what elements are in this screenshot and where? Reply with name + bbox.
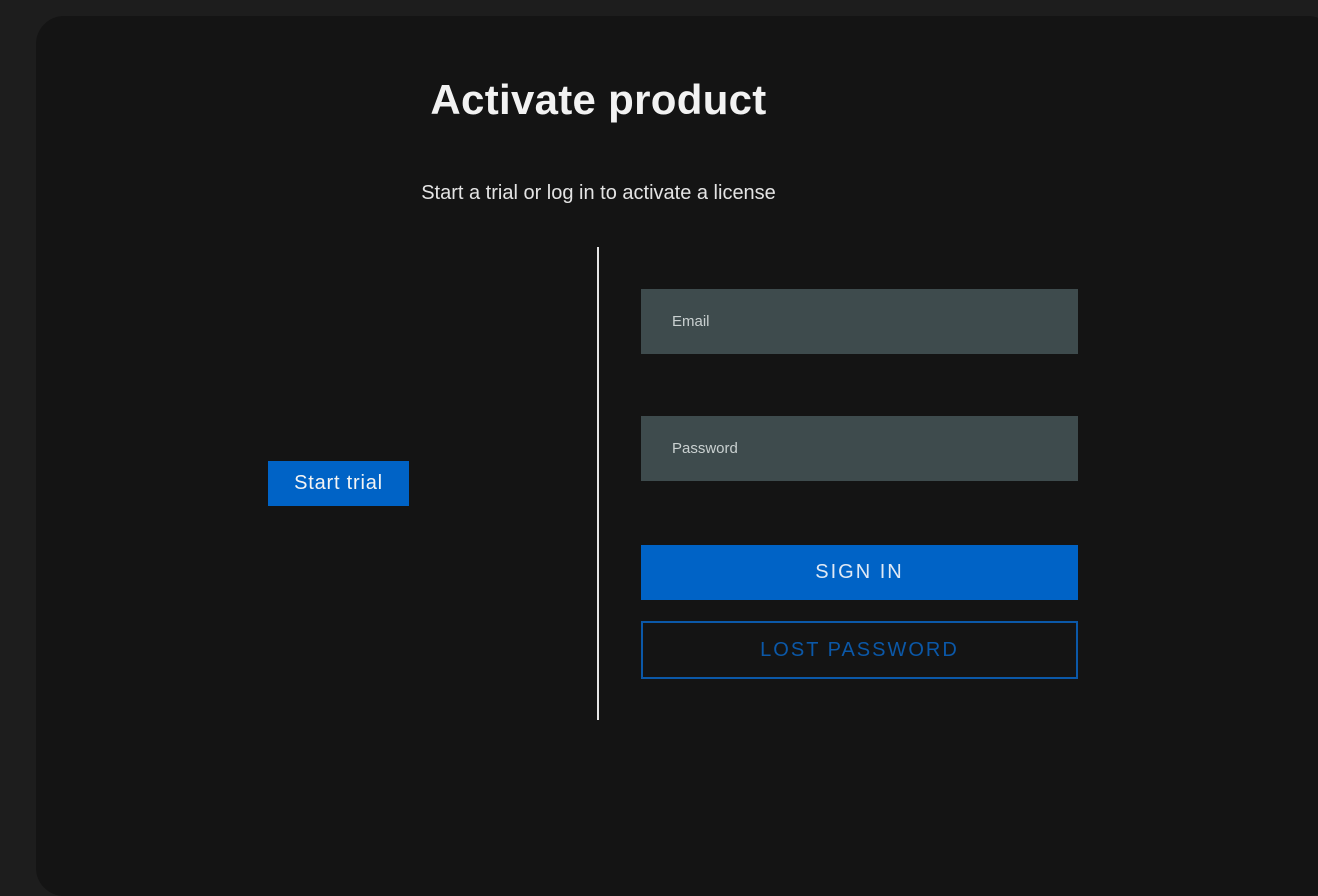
email-field-container[interactable] (641, 289, 1078, 354)
password-input[interactable] (672, 440, 1078, 457)
page-title: Activate product (430, 76, 767, 123)
page-subtitle: Start a trial or log in to activate a li… (421, 182, 776, 204)
sign-in-button[interactable]: SIGN IN (641, 545, 1078, 600)
vertical-divider (597, 247, 599, 720)
lost-password-button[interactable]: LOST PASSWORD (641, 621, 1078, 679)
password-field-container[interactable] (641, 416, 1078, 481)
email-input[interactable] (672, 313, 1078, 330)
start-trial-button[interactable]: Start trial (268, 461, 409, 506)
